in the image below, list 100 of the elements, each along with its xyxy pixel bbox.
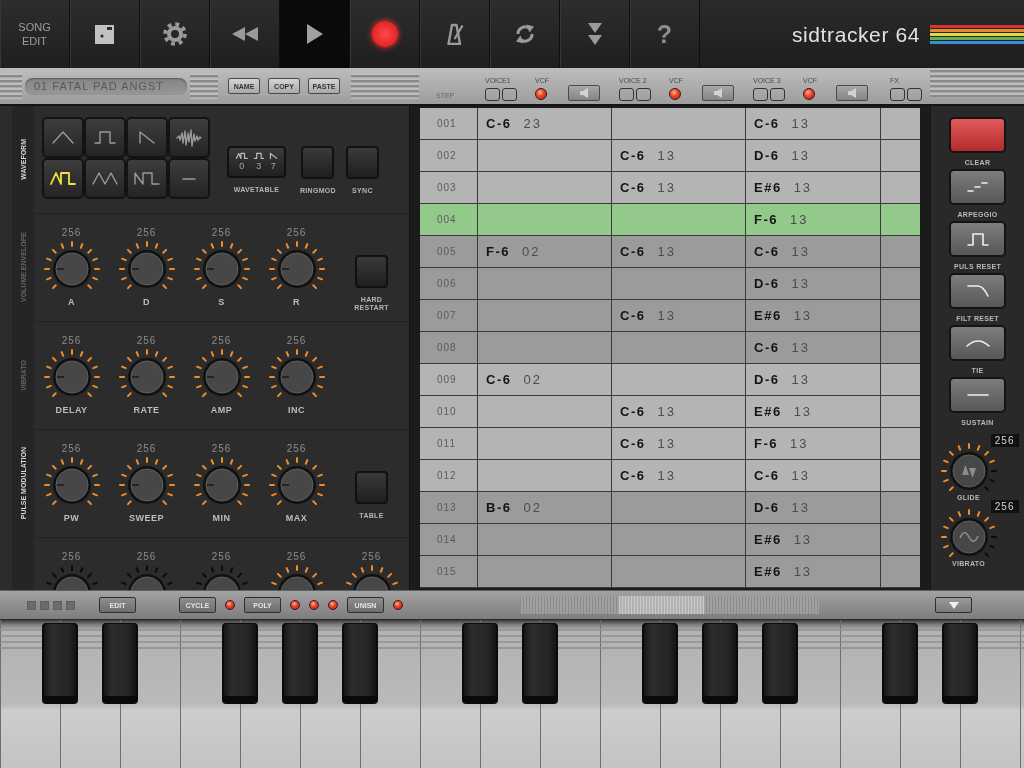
pattern-row[interactable]: 005 F-6 02 C-6 13 C-6 13 [420, 236, 920, 268]
song-edit-button[interactable]: SONG EDIT [0, 0, 70, 68]
knob-label: PW [63, 513, 80, 524]
rotary-knob[interactable] [116, 239, 177, 291]
knob-label: R [293, 297, 300, 308]
knob-value: 256 [61, 551, 82, 563]
command-button[interactable] [949, 377, 1006, 413]
skip-down-button[interactable] [560, 0, 630, 68]
knob-value: 256 [61, 443, 82, 455]
note-name: C-6 [754, 244, 780, 259]
command-button[interactable] [949, 273, 1006, 309]
step-number: 009 [437, 374, 457, 385]
mute-button[interactable] [702, 85, 734, 101]
help-button[interactable]: ? [630, 0, 700, 68]
waveform-button[interactable] [42, 158, 84, 199]
command-button[interactable] [949, 325, 1006, 361]
pattern-row[interactable]: 012 C-6 13 C-6 13 [420, 460, 920, 492]
toggle-button[interactable] [345, 146, 379, 179]
knob-label: RATE [133, 405, 160, 416]
toggle-button[interactable] [355, 255, 388, 288]
pattern-row[interactable]: 007 C-6 13 E#6 13 [420, 300, 920, 332]
note-name: E#6 [754, 308, 782, 323]
play-button[interactable] [280, 0, 350, 68]
pattern-row[interactable]: 009 C-6 02 D-6 13 [420, 364, 920, 396]
waveform-button[interactable] [168, 117, 210, 158]
mute-button[interactable] [836, 85, 868, 101]
pattern-row[interactable]: 015 E#6 13 [420, 556, 920, 588]
note-name: D-6 [754, 372, 780, 387]
rewind-icon [231, 27, 258, 41]
knob-value: 256 [286, 551, 307, 563]
step-number: 004 [437, 214, 457, 225]
pattern-row[interactable]: 011 C-6 13 F-6 13 [420, 428, 920, 460]
arc-icon [965, 339, 990, 347]
rotary-knob[interactable] [266, 455, 327, 507]
clear-button[interactable] [949, 117, 1006, 153]
command-button[interactable] [949, 169, 1006, 205]
knob-label: INC [288, 405, 305, 416]
pattern-row[interactable]: 006 D-6 13 [420, 268, 920, 300]
rotary-knob[interactable] [41, 455, 102, 507]
instrument-number: 13 [657, 308, 676, 323]
step-number: 001 [437, 118, 457, 129]
instrument-number: 13 [793, 180, 813, 195]
pattern-row[interactable]: 001 C-6 23 C-6 13 [420, 108, 920, 140]
instrument-number: 13 [657, 404, 676, 419]
piano-keyboard[interactable] [0, 620, 1024, 768]
rotary-knob[interactable] [191, 239, 252, 291]
rotary-knob[interactable] [191, 455, 252, 507]
saw-pulse-wave-icon [134, 172, 160, 185]
play-icon [306, 24, 323, 44]
noise-wave-icon [176, 128, 202, 147]
rewind-button[interactable] [210, 0, 280, 68]
mute-button[interactable] [568, 85, 600, 101]
pattern-row[interactable]: 010 C-6 13 E#6 13 [420, 396, 920, 428]
wavetable-button[interactable]: 0 3 7 [227, 146, 286, 178]
note-name: D-6 [754, 148, 780, 163]
record-button[interactable] [350, 0, 420, 68]
instrument-number: 13 [657, 180, 676, 195]
loop-button[interactable] [490, 0, 560, 68]
command-button[interactable] [949, 221, 1006, 257]
instrument-number: 13 [790, 212, 809, 227]
instrument-number: 13 [791, 468, 810, 483]
pattern-row[interactable]: 002 C-6 13 D-6 13 [420, 140, 920, 172]
knob-label: S [218, 297, 225, 308]
pattern-row[interactable]: 008 C-6 13 [420, 332, 920, 364]
rotary-knob[interactable] [116, 347, 177, 399]
note-name: E#6 [754, 404, 782, 419]
instrument-number: 02 [523, 372, 542, 387]
collapse-button[interactable] [935, 597, 972, 613]
metronome-button[interactable] [420, 0, 490, 68]
rotary-knob[interactable] [41, 347, 102, 399]
rotary-knob[interactable] [191, 347, 252, 399]
note-name: D-6 [754, 500, 780, 515]
record-icon [371, 21, 398, 47]
pattern-row[interactable]: 003 C-6 13 E#6 13 [420, 172, 920, 204]
caret-down-icon [948, 601, 959, 609]
step-number: 005 [437, 246, 457, 257]
settings-button[interactable] [140, 0, 210, 68]
digit-slot [502, 88, 517, 101]
knob-value: 256 [136, 227, 157, 239]
knob-value: 256 [136, 335, 157, 347]
digit-slot [636, 88, 651, 101]
rotary-knob[interactable] [266, 239, 327, 291]
toggle-button[interactable] [301, 146, 335, 179]
rotary-knob[interactable] [116, 455, 177, 507]
sawtooth-wave-icon [139, 131, 155, 144]
toggle-button[interactable] [355, 471, 388, 504]
note-name: C-6 [754, 116, 780, 131]
rotary-knob[interactable] [41, 239, 102, 291]
instrument-number: 13 [791, 340, 810, 355]
pattern-row[interactable]: 014 E#6 13 [420, 524, 920, 556]
pattern-row[interactable]: 004 F-6 13 [420, 204, 920, 236]
disk-button[interactable] [70, 0, 140, 68]
pattern-row[interactable]: 013 B-6 02 D-6 13 [420, 492, 920, 524]
instrument-number: 13 [793, 532, 813, 547]
rotary-knob[interactable] [266, 347, 327, 399]
knob-value: 256 [211, 227, 232, 239]
step-number: 007 [437, 310, 457, 321]
sawtooth-wave-icon [269, 153, 277, 159]
step-number: 002 [437, 150, 457, 161]
instrument-number: 13 [793, 404, 813, 419]
